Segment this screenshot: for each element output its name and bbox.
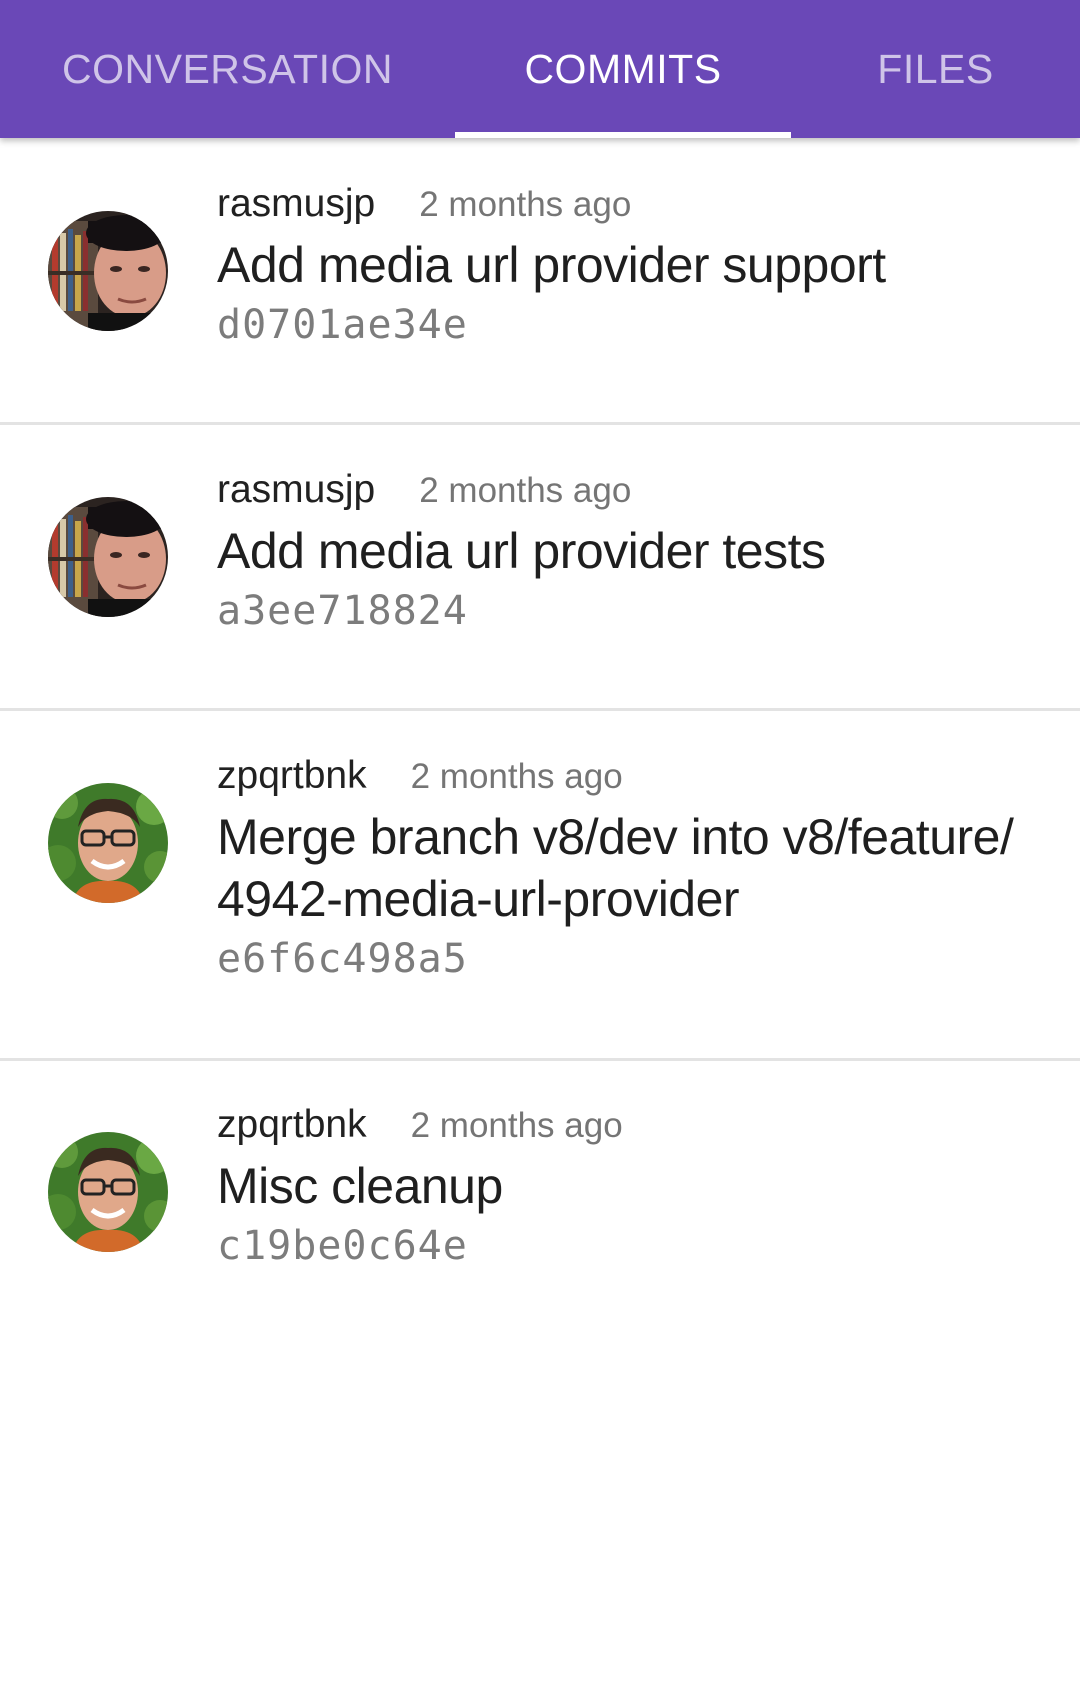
commit-item[interactable]: rasmusjp 2 months ago Add media url provi… — [0, 138, 1080, 425]
commit-sha: c19be0c64e — [217, 1223, 468, 1269]
avatar — [48, 1132, 168, 1252]
commit-sha: e6f6c498a5 — [217, 936, 468, 982]
avatar — [48, 783, 168, 903]
commit-message: Add media url provider tests — [217, 523, 826, 579]
commit-message: Misc cleanup — [217, 1158, 503, 1214]
commit-message-line: 4942-media-url-provider — [217, 871, 740, 927]
commit-time: 2 months ago — [410, 757, 623, 796]
commit-item[interactable]: zpqrtbnk 2 months ago Merge branch v8/dev… — [0, 711, 1080, 1061]
commit-message: Merge branch v8/dev into v8/feature/ 494… — [217, 806, 1040, 930]
commit-author[interactable]: zpqrtbnk — [217, 1103, 367, 1146]
commit-author[interactable]: rasmusjp — [217, 468, 375, 511]
commit-time: 2 months ago — [419, 185, 632, 224]
avatar — [48, 211, 168, 331]
rasmusjp-avatar-icon — [48, 497, 168, 617]
commit-item[interactable]: rasmusjp 2 months ago Add media url provi… — [0, 425, 1080, 711]
commit-list: rasmusjp 2 months ago Add media url provi… — [0, 138, 1080, 1321]
commit-meta: zpqrtbnk 2 months ago Merge branch v8/dev… — [217, 754, 1040, 982]
tab-commits[interactable]: COMMITS — [455, 0, 791, 138]
active-tab-indicator — [455, 132, 791, 138]
commit-message: Add media url provider support — [217, 237, 886, 293]
commit-item[interactable]: zpqrtbnk 2 months ago Misc cleanup c19be0… — [0, 1061, 1080, 1321]
commit-time: 2 months ago — [410, 1106, 623, 1145]
rasmusjp-avatar-icon — [48, 211, 168, 331]
commit-meta: rasmusjp 2 months ago Add media url provi… — [217, 182, 1040, 348]
tab-files[interactable]: FILES — [791, 0, 1080, 138]
tab-bar: CONVERSATION COMMITS FILES — [0, 0, 1080, 138]
commit-message-line: Merge branch v8/dev into v8/feature/ — [217, 809, 1014, 865]
commit-meta: rasmusjp 2 months ago Add media url provi… — [217, 468, 1040, 634]
commit-author[interactable]: zpqrtbnk — [217, 754, 367, 797]
commit-sha: d0701ae34e — [217, 302, 468, 348]
zpqrtbnk-avatar-icon — [48, 783, 168, 903]
avatar — [48, 497, 168, 617]
commit-author[interactable]: rasmusjp — [217, 182, 375, 225]
commit-meta: zpqrtbnk 2 months ago Misc cleanup c19be0… — [217, 1103, 1040, 1269]
zpqrtbnk-avatar-icon — [48, 1132, 168, 1252]
commit-time: 2 months ago — [419, 471, 632, 510]
tab-conversation[interactable]: CONVERSATION — [0, 0, 455, 138]
commit-sha: a3ee718824 — [217, 588, 468, 634]
